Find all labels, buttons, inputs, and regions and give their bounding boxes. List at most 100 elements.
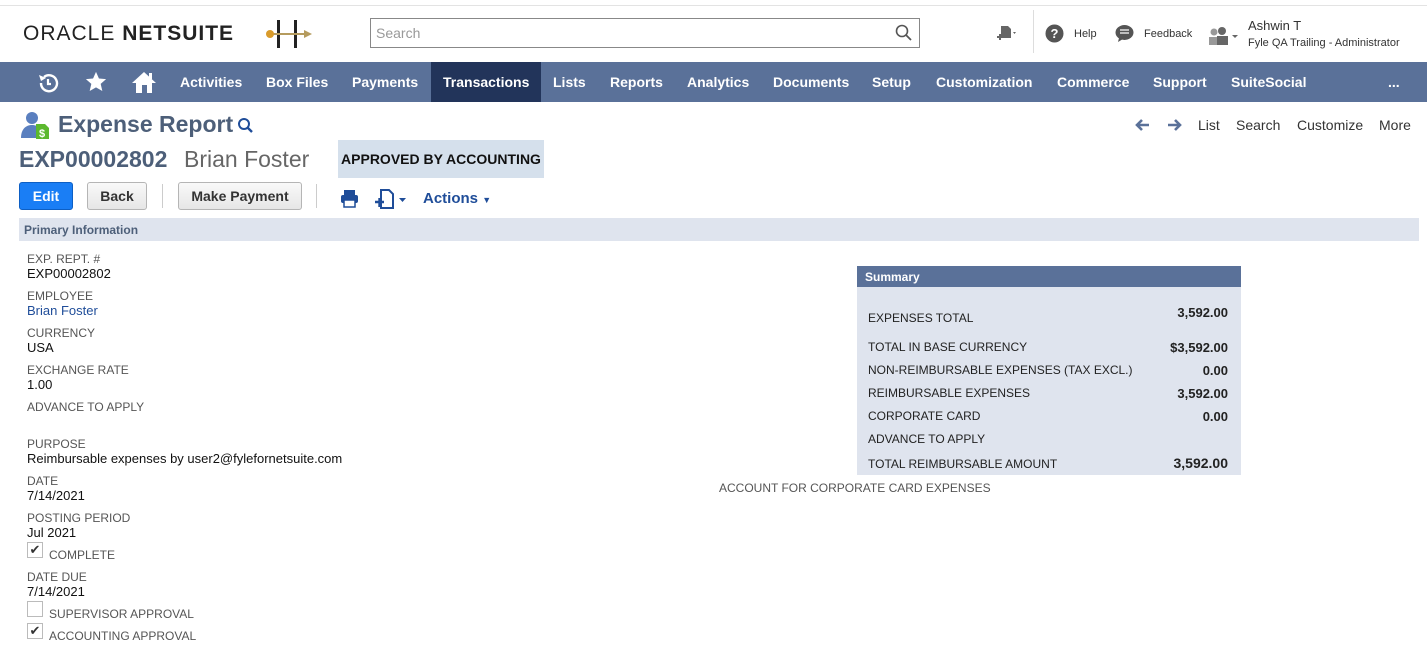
next-record-arrow-icon[interactable] (1167, 118, 1183, 132)
make-payment-button[interactable]: Make Payment (178, 182, 302, 210)
nav-setup[interactable]: Setup (860, 62, 923, 102)
nav-documents[interactable]: Documents (761, 62, 861, 102)
purpose-value: Reimbursable expenses by user2@fyleforne… (27, 451, 343, 466)
complete-checkbox: ✔ (27, 542, 43, 558)
currency-value: USA (27, 340, 54, 355)
accounting-approval-checkbox: ✔ (27, 623, 43, 639)
date-value: 7/14/2021 (27, 488, 85, 503)
header-divider (1033, 10, 1034, 53)
main-nav: Activities Box Files Payments Transactio… (0, 62, 1427, 102)
nav-reports[interactable]: Reports (598, 62, 675, 102)
oracle-netsuite-logo[interactable]: ORACLE NETSUITE (23, 22, 234, 46)
search-records-icon[interactable] (237, 117, 254, 134)
help-link[interactable]: ? Help (1045, 24, 1097, 43)
supervisor-approval-checkbox (27, 601, 43, 617)
top-divider (0, 5, 1427, 6)
role-switcher-icon[interactable] (1208, 27, 1240, 45)
nav-commerce[interactable]: Commerce (1045, 62, 1141, 102)
summary-value: 0.00 (1202, 363, 1228, 378)
button-divider (316, 184, 317, 208)
summary-value: 0.00 (1202, 409, 1228, 424)
nav-customization[interactable]: Customization (924, 62, 1044, 102)
corporate-card-account-label: ACCOUNT FOR CORPORATE CARD EXPENSES (719, 481, 991, 495)
summary-value: 3,592.00 (1177, 386, 1228, 401)
nav-transactions[interactable]: Transactions (431, 62, 541, 102)
summary-label: CORPORATE CARD (868, 409, 981, 423)
create-new-icon (997, 26, 1016, 40)
summary-row: REIMBURSABLE EXPENSES 3,592.00 (868, 386, 1228, 401)
summary-value: 3,592.00 (1173, 455, 1229, 471)
new-document-dropdown-icon[interactable] (374, 188, 410, 210)
actions-menu[interactable]: Actions ▼ (423, 190, 491, 207)
record-id: EXP00002802 (19, 146, 168, 172)
posting-period-value: Jul 2021 (27, 525, 77, 540)
edit-button[interactable]: Edit (19, 182, 73, 210)
summary-row: ADVANCE TO APPLY (868, 432, 1228, 446)
list-link[interactable]: List (1198, 117, 1220, 133)
summary-row: NON-REIMBURSABLE EXPENSES (TAX EXCL.) 0.0… (868, 363, 1228, 378)
summary-label: TOTAL REIMBURSABLE AMOUNT (868, 457, 1058, 471)
exchange-rate-label: EXCHANGE RATE (27, 363, 129, 377)
currency-label: CURRENCY (27, 326, 96, 340)
employee-link[interactable]: Brian Foster (27, 303, 98, 318)
help-label: Help (1074, 27, 1097, 40)
summary-label: TOTAL IN BASE CURRENCY (868, 340, 1028, 354)
global-search-input[interactable]: Search (370, 18, 920, 48)
summary-box: Summary EXPENSES TOTAL 3,592.00 TOTAL IN … (857, 266, 1241, 475)
summary-value: 3,592.00 (1177, 305, 1228, 320)
logo-oracle: ORACLE (23, 22, 116, 45)
supervisor-approval-label: SUPERVISOR APPROVAL (49, 607, 194, 621)
feedback-icon (1115, 25, 1134, 42)
nav-analytics[interactable]: Analytics (675, 62, 761, 102)
print-icon[interactable] (340, 189, 359, 208)
date-due-value: 7/14/2021 (27, 584, 85, 599)
feedback-label: Feedback (1144, 27, 1193, 40)
posting-period-label: POSTING PERIOD (27, 511, 131, 525)
recent-records-icon[interactable] (36, 71, 60, 95)
summary-row: TOTAL IN BASE CURRENCY $3,592.00 (868, 340, 1228, 355)
record-name: Brian Foster (184, 146, 310, 172)
help-icon: ? (1045, 24, 1064, 43)
status-badge: APPROVED BY ACCOUNTING (338, 140, 544, 178)
search-placeholder: Search (376, 25, 421, 41)
nav-support[interactable]: Support (1141, 62, 1219, 102)
nav-lists[interactable]: Lists (541, 62, 598, 102)
advance-to-apply-label: ADVANCE TO APPLY (27, 400, 145, 414)
more-link[interactable]: More (1379, 117, 1411, 133)
summary-label: NON-REIMBURSABLE EXPENSES (TAX EXCL.) (868, 363, 1133, 377)
nav-more[interactable]: ... (1376, 62, 1412, 102)
back-button[interactable]: Back (87, 182, 147, 210)
svg-text:$: $ (39, 128, 45, 140)
user-name[interactable]: Ashwin T (1248, 18, 1301, 33)
section-primary-information[interactable]: Primary Information (19, 218, 1419, 241)
exp-rept-value: EXP00002802 (27, 266, 111, 281)
favorites-star-icon[interactable] (85, 71, 107, 93)
nav-box-files[interactable]: Box Files (254, 62, 340, 102)
exchange-rate-value: 1.00 (27, 377, 53, 392)
date-label: DATE (27, 474, 59, 488)
feedback-link[interactable]: Feedback (1115, 24, 1192, 43)
nav-payments[interactable]: Payments (340, 62, 430, 102)
summary-label: ADVANCE TO APPLY (868, 432, 986, 446)
summary-row: EXPENSES TOTAL 3,592.00 (868, 305, 1228, 325)
previous-record-arrow-icon[interactable] (1134, 118, 1150, 132)
summary-value: $3,592.00 (1170, 340, 1228, 355)
user-role[interactable]: Fyle QA Trailing - Administrator (1248, 37, 1400, 49)
purpose-label: PURPOSE (27, 437, 86, 451)
search-link[interactable]: Search (1236, 117, 1280, 133)
nav-suitesocial[interactable]: SuiteSocial (1219, 62, 1318, 102)
summary-row: TOTAL REIMBURSABLE AMOUNT 3,592.00 (868, 455, 1229, 471)
summary-row: CORPORATE CARD 0.00 (868, 409, 1228, 424)
actions-label: Actions (423, 190, 479, 207)
customize-link[interactable]: Customize (1297, 117, 1363, 133)
summary-label: EXPENSES TOTAL (868, 311, 974, 325)
company-logo-icon (266, 20, 312, 48)
search-icon[interactable] (895, 24, 913, 42)
create-new-button[interactable] (995, 24, 1019, 44)
complete-label: COMPLETE (49, 548, 116, 562)
page-title: Expense Report (58, 111, 234, 137)
summary-title: Summary (857, 266, 1241, 287)
accounting-approval-label: ACCOUNTING APPROVAL (49, 629, 197, 643)
nav-activities[interactable]: Activities (168, 62, 254, 102)
home-icon[interactable] (131, 70, 157, 94)
